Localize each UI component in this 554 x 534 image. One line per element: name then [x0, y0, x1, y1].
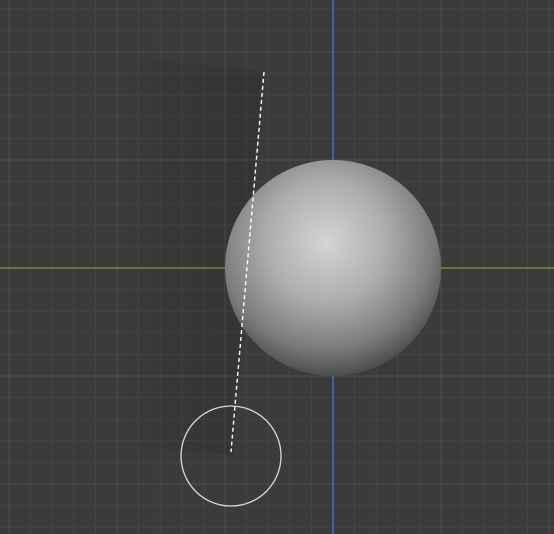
sphere-object[interactable] — [225, 160, 441, 376]
3d-viewport[interactable] — [0, 0, 554, 534]
viewport-canvas[interactable] — [0, 0, 554, 534]
